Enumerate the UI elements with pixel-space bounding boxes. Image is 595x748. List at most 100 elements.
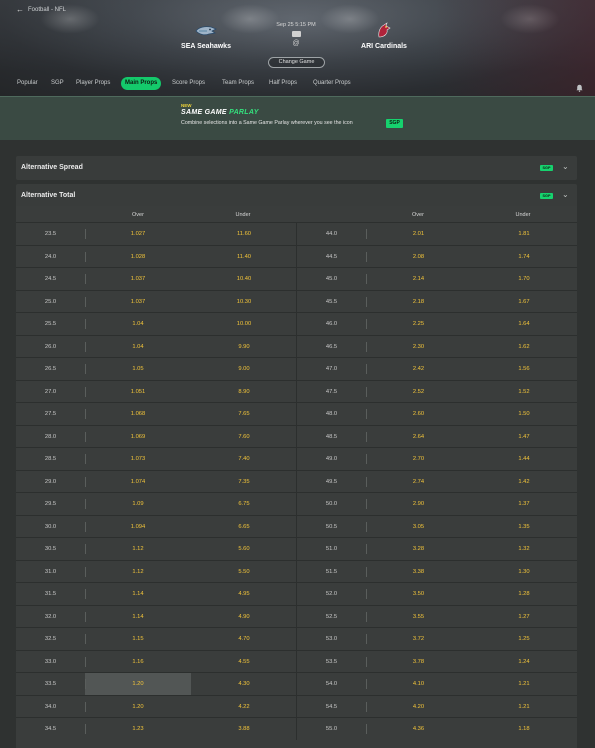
over-odds-button[interactable]: 1.028 xyxy=(85,246,191,268)
under-odds-button[interactable]: 1.21 xyxy=(471,673,577,695)
alternative-spread-header[interactable]: Alternative Spread SGP ⌄ xyxy=(16,156,577,180)
over-odds-button[interactable]: 1.23 xyxy=(85,718,191,740)
under-odds-button[interactable]: 1.74 xyxy=(471,246,577,268)
under-odds-button[interactable]: 7.35 xyxy=(191,471,297,493)
over-odds-button[interactable]: 1.12 xyxy=(85,561,191,583)
over-odds-button[interactable]: 3.28 xyxy=(366,538,471,560)
over-odds-button[interactable]: 2.42 xyxy=(366,358,471,380)
under-odds-button[interactable]: 4.95 xyxy=(191,583,297,605)
over-odds-button[interactable]: 3.72 xyxy=(366,628,471,650)
over-odds-button[interactable]: 3.38 xyxy=(366,561,471,583)
over-odds-button[interactable]: 3.50 xyxy=(366,583,471,605)
under-odds-button[interactable]: 1.27 xyxy=(471,606,577,628)
back-arrow-icon[interactable]: ← xyxy=(16,5,24,14)
over-odds-button[interactable]: 1.20 xyxy=(85,696,191,718)
over-odds-button[interactable]: 2.52 xyxy=(366,381,471,403)
over-odds-button[interactable]: 2.74 xyxy=(366,471,471,493)
over-odds-button[interactable]: 1.09 xyxy=(85,493,191,515)
breadcrumb-label[interactable]: Football - NFL xyxy=(28,7,66,13)
under-odds-button[interactable]: 1.25 xyxy=(471,628,577,650)
under-odds-button[interactable]: 1.32 xyxy=(471,538,577,560)
under-odds-button[interactable]: 10.30 xyxy=(191,291,297,313)
tab-quarter-props[interactable]: Quarter Props xyxy=(313,77,351,90)
under-odds-button[interactable]: 8.90 xyxy=(191,381,297,403)
under-odds-button[interactable]: 3.88 xyxy=(191,718,297,740)
under-odds-button[interactable]: 1.81 xyxy=(471,223,577,245)
alternative-total-header[interactable]: Alternative Total SGP ⌄ xyxy=(16,184,577,208)
under-odds-button[interactable]: 1.30 xyxy=(471,561,577,583)
over-odds-button[interactable]: 2.64 xyxy=(366,426,471,448)
under-odds-button[interactable]: 5.50 xyxy=(191,561,297,583)
under-odds-button[interactable]: 4.22 xyxy=(191,696,297,718)
over-odds-button[interactable]: 1.051 xyxy=(85,381,191,403)
over-odds-button[interactable]: 1.04 xyxy=(85,336,191,358)
over-odds-button[interactable]: 1.027 xyxy=(85,223,191,245)
under-odds-button[interactable]: 1.52 xyxy=(471,381,577,403)
under-odds-button[interactable]: 1.64 xyxy=(471,313,577,335)
over-odds-button[interactable]: 2.70 xyxy=(366,448,471,470)
over-odds-button[interactable]: 1.094 xyxy=(85,516,191,538)
over-odds-button[interactable]: 1.073 xyxy=(85,448,191,470)
tab-popular[interactable]: Popular xyxy=(17,77,38,90)
over-odds-button[interactable]: 1.037 xyxy=(85,268,191,290)
under-odds-button[interactable]: 1.70 xyxy=(471,268,577,290)
under-odds-button[interactable]: 5.60 xyxy=(191,538,297,560)
over-odds-button[interactable]: 2.60 xyxy=(366,403,471,425)
over-odds-button[interactable]: 1.037 xyxy=(85,291,191,313)
over-odds-button[interactable]: 2.18 xyxy=(366,291,471,313)
over-odds-button[interactable]: 1.12 xyxy=(85,538,191,560)
under-odds-button[interactable]: 4.70 xyxy=(191,628,297,650)
over-odds-button[interactable]: 4.36 xyxy=(366,718,471,740)
tab-score-props[interactable]: Score Props xyxy=(172,77,205,90)
tab-main-props[interactable]: Main Props xyxy=(121,77,162,90)
under-odds-button[interactable]: 7.65 xyxy=(191,403,297,425)
over-odds-button[interactable]: 1.05 xyxy=(85,358,191,380)
under-odds-button[interactable]: 6.75 xyxy=(191,493,297,515)
under-odds-button[interactable]: 1.50 xyxy=(471,403,577,425)
over-odds-button[interactable]: 1.16 xyxy=(85,651,191,673)
under-odds-button[interactable]: 1.21 xyxy=(471,696,577,718)
home-team[interactable]: SEA Seahawks xyxy=(161,22,251,50)
under-odds-button[interactable]: 1.44 xyxy=(471,448,577,470)
under-odds-button[interactable]: 1.56 xyxy=(471,358,577,380)
over-odds-button[interactable]: 2.25 xyxy=(366,313,471,335)
under-odds-button[interactable]: 11.40 xyxy=(191,246,297,268)
under-odds-button[interactable]: 1.18 xyxy=(471,718,577,740)
under-odds-button[interactable]: 9.00 xyxy=(191,358,297,380)
under-odds-button[interactable]: 1.28 xyxy=(471,583,577,605)
under-odds-button[interactable]: 1.35 xyxy=(471,516,577,538)
over-odds-button[interactable]: 4.20 xyxy=(366,696,471,718)
under-odds-button[interactable]: 7.40 xyxy=(191,448,297,470)
under-odds-button[interactable]: 4.30 xyxy=(191,673,297,695)
change-game-button[interactable]: Change Game xyxy=(268,57,325,68)
under-odds-button[interactable]: 10.00 xyxy=(191,313,297,335)
over-odds-button[interactable]: 2.14 xyxy=(366,268,471,290)
tab-player-props[interactable]: Player Props xyxy=(76,77,110,90)
away-team[interactable]: ARI Cardinals xyxy=(339,22,429,50)
under-odds-button[interactable]: 7.60 xyxy=(191,426,297,448)
over-odds-button[interactable]: 2.08 xyxy=(366,246,471,268)
over-odds-button[interactable]: 1.14 xyxy=(85,583,191,605)
under-odds-button[interactable]: 4.90 xyxy=(191,606,297,628)
over-odds-button[interactable]: 2.01 xyxy=(366,223,471,245)
tab-half-props[interactable]: Half Props xyxy=(269,77,297,90)
over-odds-button[interactable]: 4.10 xyxy=(366,673,471,695)
over-odds-button[interactable]: 1.20 xyxy=(85,673,191,695)
chevron-down-icon[interactable]: ⌄ xyxy=(562,190,569,199)
bell-icon[interactable] xyxy=(576,79,583,92)
over-odds-button[interactable]: 1.069 xyxy=(85,426,191,448)
under-odds-button[interactable]: 10.40 xyxy=(191,268,297,290)
tab-sgp[interactable]: SGP xyxy=(51,77,64,90)
over-odds-button[interactable]: 1.15 xyxy=(85,628,191,650)
under-odds-button[interactable]: 1.62 xyxy=(471,336,577,358)
over-odds-button[interactable]: 3.78 xyxy=(366,651,471,673)
over-odds-button[interactable]: 3.55 xyxy=(366,606,471,628)
over-odds-button[interactable]: 2.30 xyxy=(366,336,471,358)
over-odds-button[interactable]: 3.05 xyxy=(366,516,471,538)
chevron-down-icon[interactable]: ⌄ xyxy=(562,162,569,171)
under-odds-button[interactable]: 6.65 xyxy=(191,516,297,538)
under-odds-button[interactable]: 9.90 xyxy=(191,336,297,358)
over-odds-button[interactable]: 1.14 xyxy=(85,606,191,628)
under-odds-button[interactable]: 1.37 xyxy=(471,493,577,515)
under-odds-button[interactable]: 11.60 xyxy=(191,223,297,245)
